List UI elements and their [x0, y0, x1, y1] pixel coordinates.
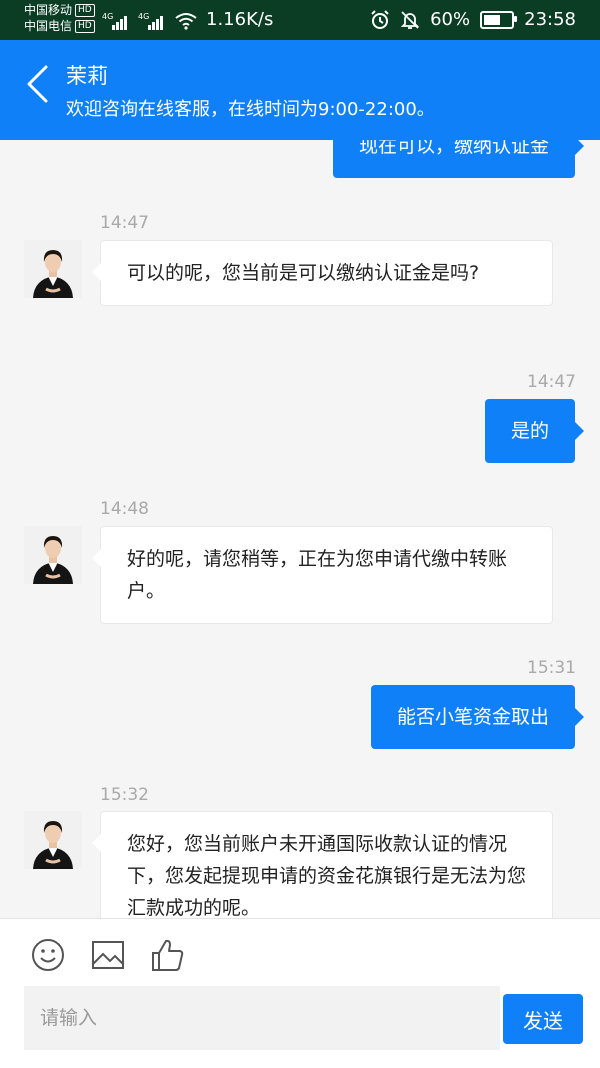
agent-avatar	[24, 811, 82, 869]
agent-message: 好的呢，请您稍等，正在为您申请代缴中转账户。	[92, 526, 553, 624]
message-time: 14:48	[100, 499, 149, 519]
message-text: 好的呢，请您稍等，正在为您申请代缴中转账户。	[127, 548, 508, 602]
bell-off-icon	[400, 10, 420, 29]
back-arrow-icon[interactable]	[24, 64, 50, 104]
network-type: 4G	[138, 12, 150, 21]
agent-message: 您好，您当前账户未开通国际收款认证的情况下，您发起提现申请的资金花旗银行是无法为…	[92, 811, 553, 918]
chat-messages[interactable]: 现在可以，缴纳认证金 14:47 可以的呢，您当前是可以缴纳认证金是吗? 14:…	[0, 140, 600, 918]
agent-avatar-image	[24, 240, 82, 298]
contact-name: 茉莉	[66, 64, 108, 88]
agent-avatar-image	[24, 526, 82, 584]
agent-message: 可以的呢，您当前是可以缴纳认证金是吗?	[92, 240, 553, 306]
message-time: 15:32	[100, 785, 149, 805]
service-hours: 欢迎咨询在线客服，在线时间为9:00-22:00。	[66, 99, 435, 120]
input-bar: 发送	[0, 918, 600, 1068]
carrier-1: 中国移动	[24, 3, 73, 17]
agent-avatar	[24, 526, 82, 584]
carrier-info: 中国移动 HD 中国电信 HD	[24, 2, 95, 34]
network-speed: 1.16K/s	[206, 9, 274, 30]
status-bar: 中国移动 HD 中国电信 HD 4G 4G 1.16K/s 60% 23:58	[0, 0, 600, 40]
message-text: 您好，您当前账户未开通国际收款认证的情况下，您发起提现申请的资金花旗银行是无法为…	[127, 833, 527, 918]
signal-icon: 4G 4G	[102, 10, 198, 30]
agent-avatar	[24, 240, 82, 298]
message-time: 15:31	[527, 658, 576, 678]
carrier-2: 中国电信	[24, 19, 73, 33]
image-icon[interactable]	[90, 937, 126, 973]
network-type: 4G	[102, 12, 114, 21]
message-text: 是的	[510, 420, 549, 442]
hd-badge: HD	[75, 4, 95, 17]
message-text: 能否小笔资金取出	[396, 706, 549, 728]
message-time: 14:47	[100, 213, 149, 233]
agent-avatar-image	[24, 811, 82, 869]
alarm-icon	[371, 9, 389, 29]
user-message: 能否小笔资金取出	[370, 685, 585, 749]
thumbs-up-icon[interactable]	[150, 937, 186, 973]
send-button[interactable]: 发送	[503, 994, 583, 1044]
emoji-icon[interactable]	[30, 937, 66, 973]
message-input[interactable]	[24, 986, 500, 1050]
wifi-icon	[175, 13, 197, 30]
battery-percent: 60%	[430, 9, 471, 30]
battery-icon	[480, 10, 518, 29]
status-right: 60% 23:58	[370, 9, 576, 30]
message-text: 现在可以，缴纳认证金	[358, 140, 549, 157]
clock: 23:58	[524, 9, 576, 30]
user-message: 现在可以，缴纳认证金	[332, 140, 585, 178]
message-time: 14:47	[527, 372, 576, 392]
hd-badge: HD	[75, 20, 95, 33]
chat-header: 茉莉 欢迎咨询在线客服，在线时间为9:00-22:00。	[0, 40, 600, 140]
message-text: 可以的呢，您当前是可以缴纳认证金是吗?	[127, 262, 480, 284]
user-message: 是的	[484, 399, 585, 463]
